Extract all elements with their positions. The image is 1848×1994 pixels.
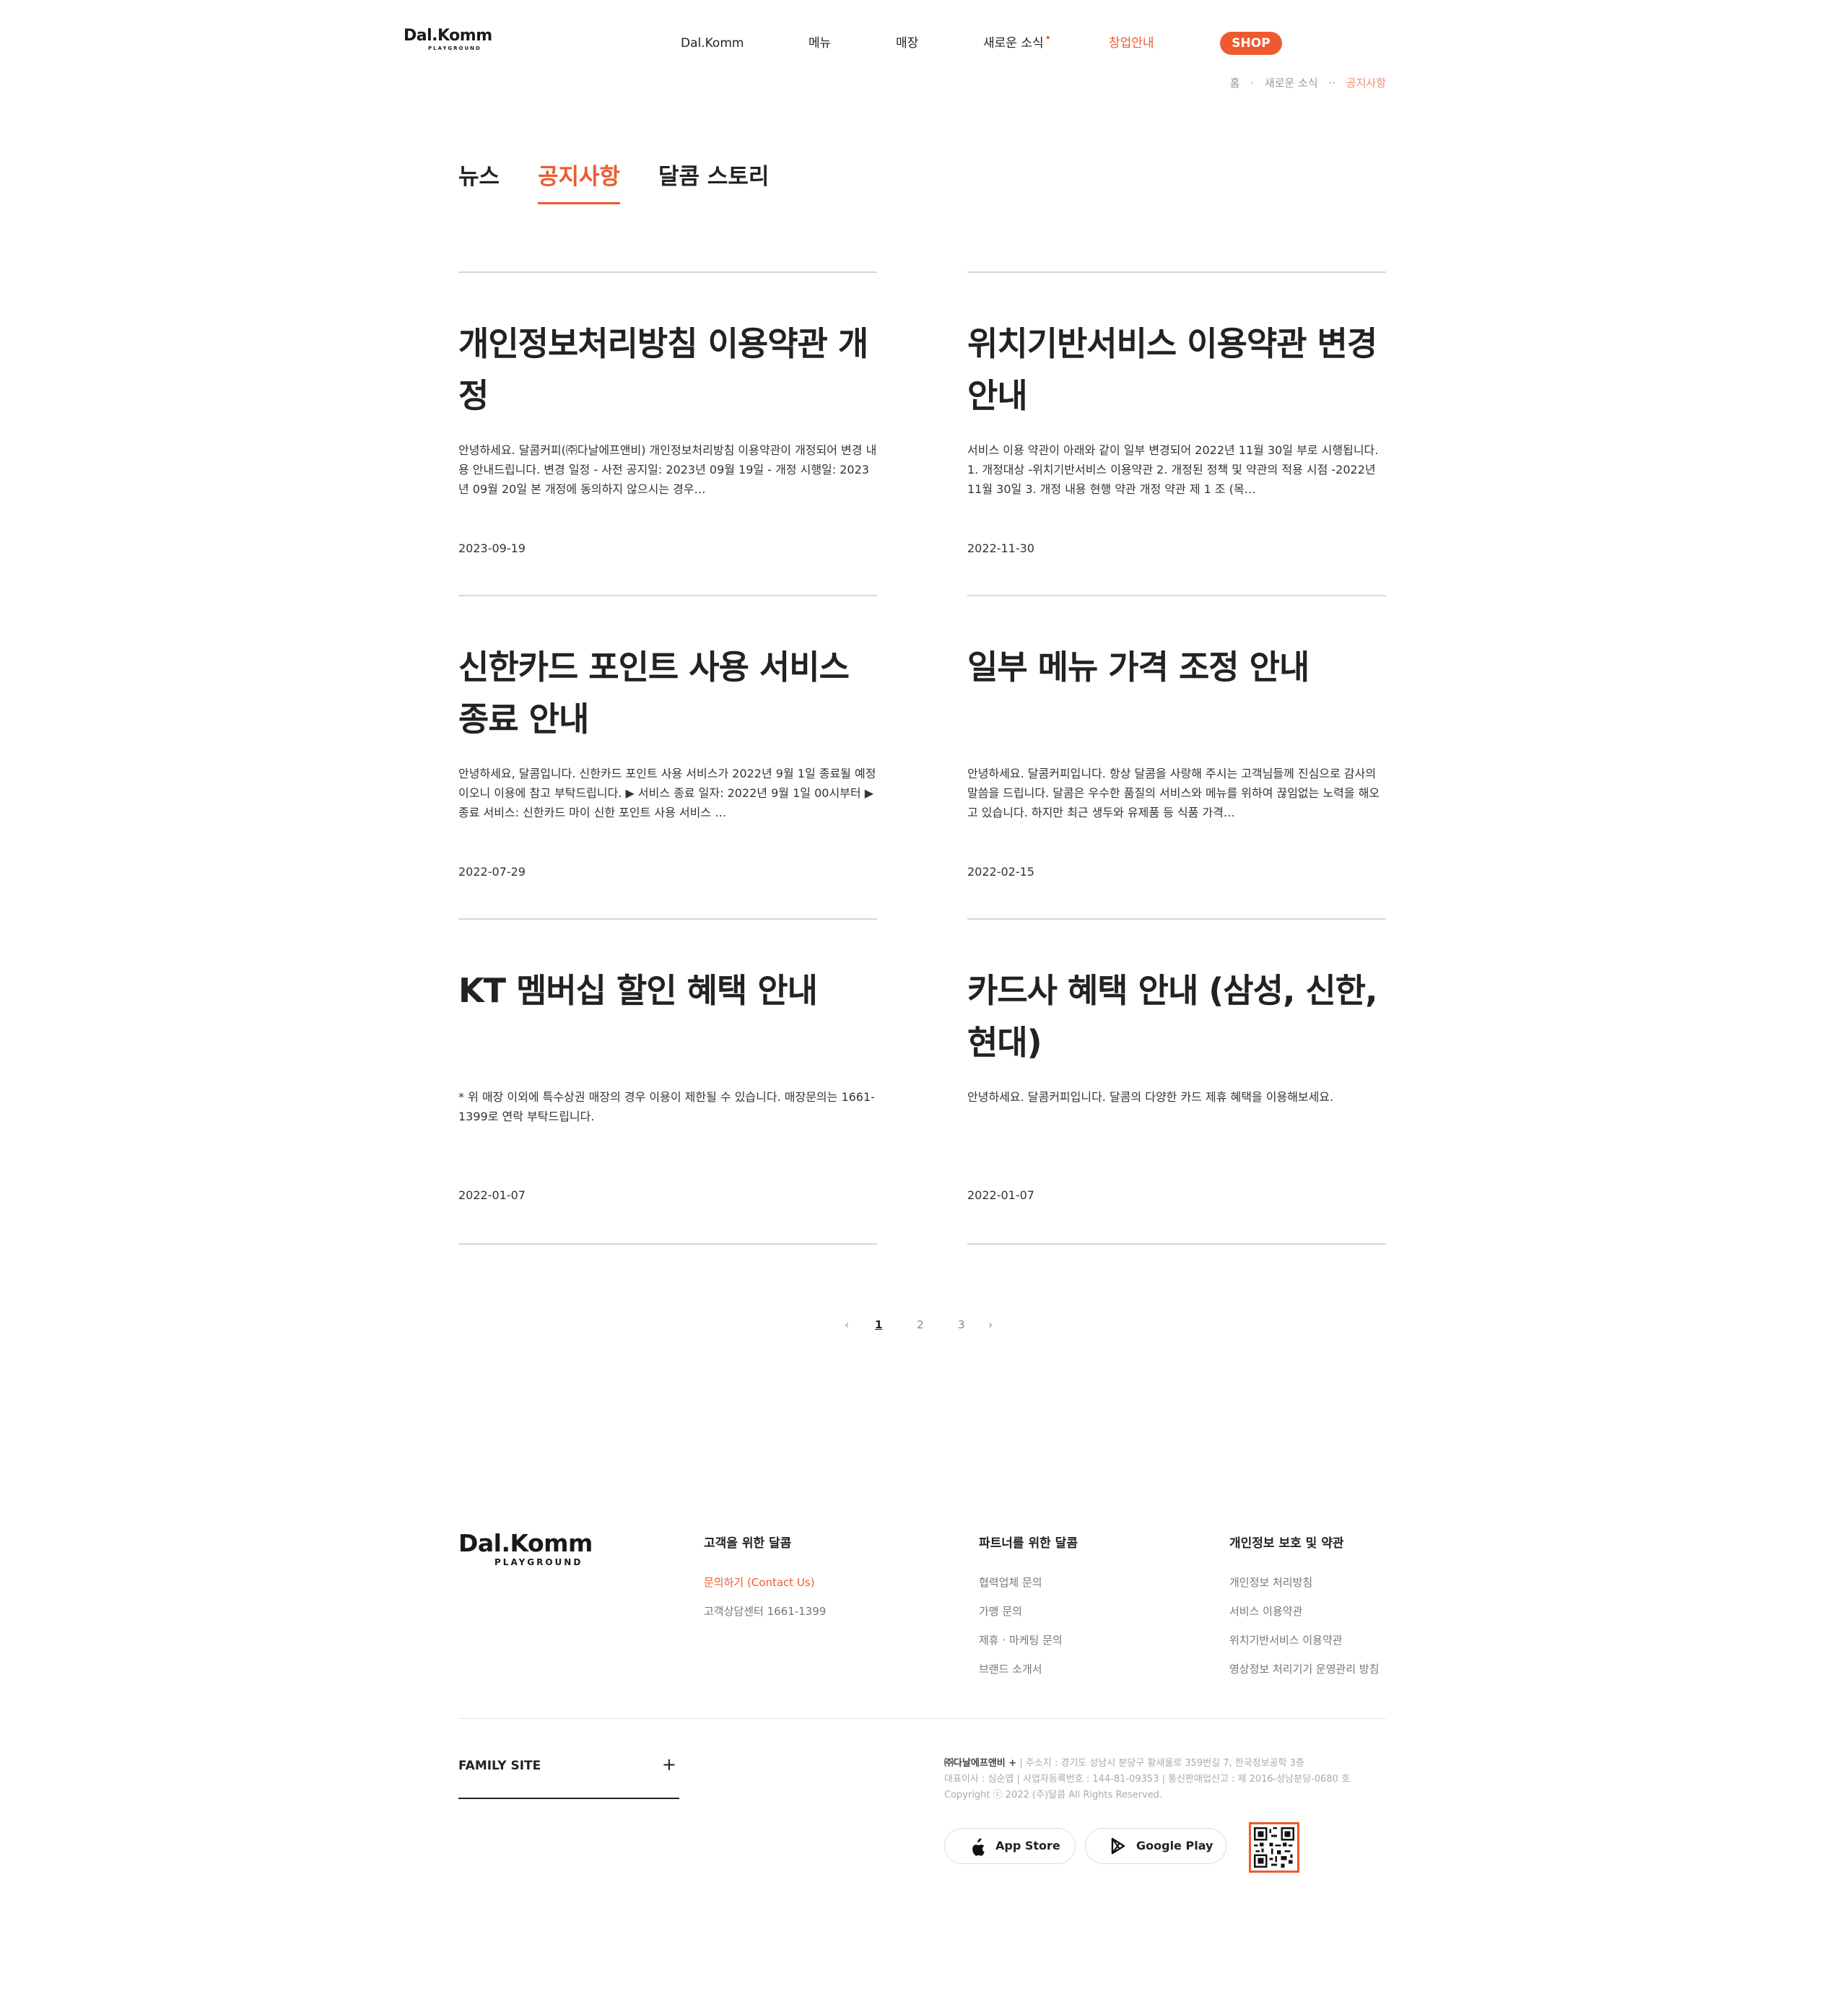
notice-excerpt: 안녕하세요, 달콤입니다. 신한카드 포인트 사용 서비스가 2022년 9월 … [458, 767, 876, 819]
apple-icon [969, 1829, 985, 1876]
footer-col-partner: 파트너를 위한 달콤 협력업체 문의 가맹 문의 제휴 · 마케팅 문의 브랜드… [979, 1535, 1167, 1691]
breadcrumb-home[interactable]: 홈 [1230, 77, 1240, 90]
contact-us-link[interactable]: 문의하기 (Contact Us) [704, 1575, 892, 1590]
shop-button[interactable]: SHOP [1220, 32, 1282, 55]
page-link[interactable]: 3 [958, 1314, 965, 1336]
terms-link[interactable]: 서비스 이용약관 [1229, 1604, 1417, 1619]
footer-logo-sub: PLAYGROUND [494, 1557, 583, 1567]
nav-menu[interactable]: 메뉴 [808, 35, 831, 52]
qr-code-icon [1249, 1822, 1299, 1873]
notice-card[interactable]: 위치기반서비스 이용약관 변경 안내 서비스 이용 약관이 아래와 같이 일부 … [967, 271, 1386, 596]
copyright: Copyright ⓒ 2022 (주)달콤 All Rights Reserv… [944, 1790, 1163, 1801]
company-name: ㈜다날에프앤비 + [944, 1758, 1017, 1769]
notice-card[interactable]: KT 멤버십 할인 혜택 안내 * 위 매장 이외에 특수상권 매장의 경우 이… [458, 918, 877, 1243]
notice-title[interactable]: 개인정보처리방침 이용약관 개정 [458, 318, 877, 422]
footer-col-title: 고객을 위한 달콤 [704, 1536, 792, 1551]
notice-excerpt: 안녕하세요. 달콤커피입니다. 달콤의 다양한 카드 제휴 혜택을 이용해보세요… [967, 1090, 1334, 1104]
footer-col-title: 파트너를 위한 달콤 [979, 1536, 1078, 1551]
brand-intro-link[interactable]: 브랜드 소개서 [979, 1662, 1167, 1676]
footer-col-privacy: 개인정보 보호 및 약관 개인정보 처리방침 서비스 이용약관 위치기반서비스 … [1229, 1535, 1417, 1691]
notice-date: 2022-02-15 [967, 865, 1034, 879]
company-info: ㈜다날에프앤비 + | 주소지 : 경기도 성남시 분당구 황새울로 359번길… [944, 1756, 1350, 1803]
notice-card[interactable]: 개인정보처리방침 이용약관 개정 안녕하세요. 달콤커피(㈜다날에프앤비) 개인… [458, 271, 877, 596]
notice-excerpt: 안녕하세요. 달콤커피(㈜다날에프앤비) 개인정보처리방침 이용약관이 개정되어… [458, 443, 877, 496]
app-store-label: App Store [995, 1839, 1060, 1852]
notice-title[interactable]: KT 멤버십 할인 혜택 안내 [458, 965, 877, 1016]
notice-title[interactable]: 위치기반서비스 이용약관 변경 안내 [967, 318, 1386, 422]
family-site-label: FAMILY SITE [458, 1759, 541, 1773]
google-play-icon [1110, 1829, 1126, 1876]
app-store-button[interactable]: App Store [944, 1828, 1076, 1864]
breadcrumb-sep: ·· [1328, 77, 1336, 90]
tab-notice[interactable]: 공지사항 [538, 162, 621, 204]
notice-card[interactable]: 신한카드 포인트 사용 서비스 종료 안내 안녕하세요, 달콤입니다. 신한카드… [458, 595, 877, 920]
google-play-label: Google Play [1136, 1839, 1213, 1852]
notice-card[interactable]: 일부 메뉴 가격 조정 안내 안녕하세요. 달콤커피입니다. 항상 달콤을 사랑… [967, 595, 1386, 920]
company-address: | 주소지 : 경기도 성남시 분당구 황새울로 359번길 7, 한국정보공학… [1016, 1758, 1304, 1769]
notice-date: 2022-11-30 [967, 541, 1034, 555]
notice-card[interactable]: 카드사 혜택 안내 (삼성, 신한, 현대) 안녕하세요. 달콤커피입니다. 달… [967, 918, 1386, 1243]
footer-col-title: 개인정보 보호 및 약관 [1229, 1536, 1344, 1551]
page-link[interactable]: 2 [917, 1314, 924, 1336]
footer-logo[interactable]: Dal.Komm PLAYGROUND [458, 1531, 603, 1571]
nav-dalkomm[interactable]: Dal.Komm [681, 35, 744, 52]
notice-date: 2023-09-19 [458, 541, 526, 555]
notice-title[interactable]: 일부 메뉴 가격 조정 안내 [967, 641, 1386, 693]
page-link[interactable]: 1 [875, 1314, 882, 1336]
list-divider [967, 1243, 1386, 1245]
tab-news[interactable]: 뉴스 [458, 162, 500, 192]
notice-date: 2022-01-07 [458, 1188, 526, 1202]
customer-center-link[interactable]: 고객상담센터 1661-1399 [704, 1604, 892, 1619]
notice-excerpt: * 위 매장 이외에 특수상권 매장의 경우 이용이 제한될 수 있습니다. 매… [458, 1090, 875, 1123]
google-play-button[interactable]: Google Play [1085, 1828, 1226, 1864]
cctv-policy-link[interactable]: 영상정보 처리기기 운영관리 방침 [1229, 1662, 1417, 1676]
notice-excerpt: 안녕하세요. 달콤커피입니다. 항상 달콤을 사랑해 주시는 고객님들께 진심으… [967, 767, 1380, 819]
company-line-1: ㈜다날에프앤비 + | 주소지 : 경기도 성남시 분당구 황새울로 359번길… [944, 1756, 1350, 1772]
franchise-inquiry-link[interactable]: 가맹 문의 [979, 1604, 1167, 1619]
main-nav: Dal.Komm 메뉴 매장 새로운 소식 • 창업안내 [0, 32, 1848, 53]
tab-story[interactable]: 달콤 스토리 [658, 162, 769, 192]
privacy-policy-link[interactable]: 개인정보 처리방침 [1229, 1575, 1417, 1590]
footer-divider [458, 1718, 1386, 1719]
notice-date: 2022-07-29 [458, 865, 526, 879]
marketing-inquiry-link[interactable]: 제휴 · 마케팅 문의 [979, 1633, 1167, 1647]
notice-title[interactable]: 카드사 혜택 안내 (삼성, 신한, 현대) [967, 965, 1386, 1068]
nav-news-label: 새로운 소식 [983, 36, 1044, 51]
plus-icon: + [661, 1754, 676, 1775]
notice-title[interactable]: 신한카드 포인트 사용 서비스 종료 안내 [458, 641, 877, 745]
prev-page-icon[interactable]: ‹ [845, 1314, 849, 1336]
location-terms-link[interactable]: 위치기반서비스 이용약관 [1229, 1633, 1417, 1647]
nav-store[interactable]: 매장 [896, 35, 918, 52]
notice-excerpt: 서비스 이용 약관이 아래와 같이 일부 변경되어 2022년 11월 30일 … [967, 443, 1379, 496]
family-site-select[interactable]: FAMILY SITE + [458, 1754, 679, 1799]
nav-news[interactable]: 새로운 소식 • [983, 32, 1051, 53]
breadcrumb-sep: · [1250, 77, 1255, 90]
next-page-icon[interactable]: › [988, 1314, 993, 1336]
breadcrumb-section[interactable]: 새로운 소식 [1265, 77, 1318, 90]
list-divider [458, 1243, 877, 1245]
new-dot-icon: • [1045, 32, 1051, 44]
company-line-2: 대표이사 : 심순엽 | 사업자등록번호 : 144-81-09353 | 통신… [944, 1774, 1351, 1785]
breadcrumb: 홈 · 새로운 소식 ·· 공지사항 [1223, 75, 1386, 90]
breadcrumb-current: 공지사항 [1346, 77, 1386, 90]
supplier-inquiry-link[interactable]: 협력업체 문의 [979, 1575, 1167, 1590]
footer-col-customer: 고객을 위한 달콤 문의하기 (Contact Us) 고객상담센터 1661-… [704, 1535, 892, 1633]
footer-logo-brand: Dal.Komm [458, 1529, 593, 1557]
notice-date: 2022-01-07 [967, 1188, 1034, 1202]
nav-franchise[interactable]: 창업안내 [1109, 35, 1154, 52]
